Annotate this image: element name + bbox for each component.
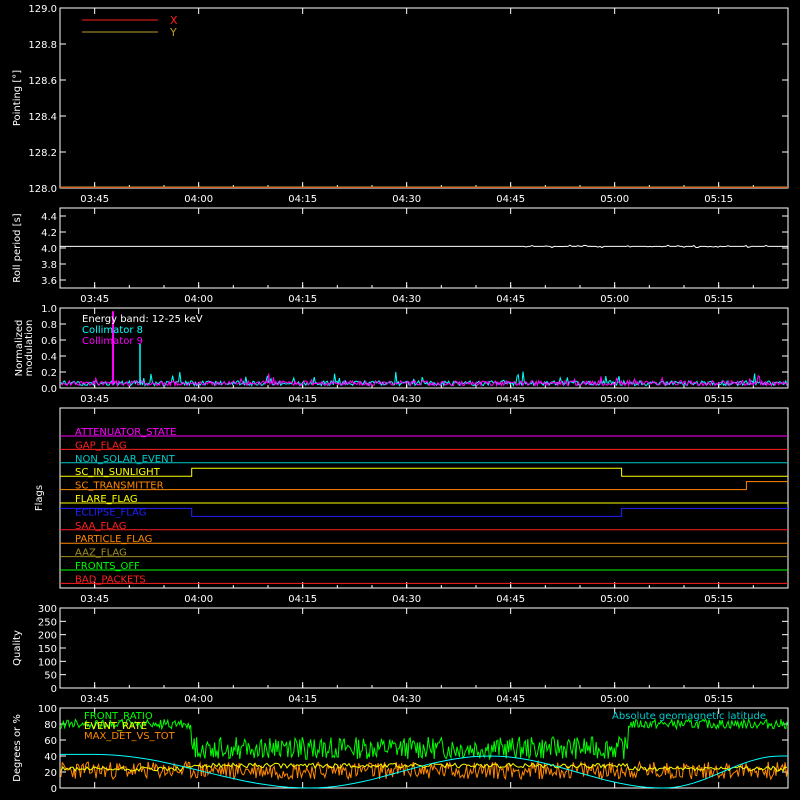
flags-xtick-label: 04:00 <box>184 594 213 605</box>
flag-line <box>60 507 788 517</box>
roll-ytick-label: 4.2 <box>41 228 57 239</box>
modulation-ytick-label: 0.2 <box>41 368 57 379</box>
pointing-xtick-label: 03:45 <box>80 194 109 205</box>
modulation-ytick-label: 0.6 <box>41 336 57 347</box>
roll-xtick-label: 05:00 <box>600 294 629 305</box>
modulation-xtick-label: 04:45 <box>496 394 525 405</box>
max-det-vs-tot-line <box>60 759 789 781</box>
pointing-ytick-label: 128.0 <box>28 184 57 195</box>
roll-xtick-label: 03:45 <box>80 294 109 305</box>
roll-xtick-label: 04:00 <box>184 294 213 305</box>
quality-ytick-label: 100 <box>38 657 57 668</box>
modulation-xtick-label: 03:45 <box>80 394 109 405</box>
pointing-ytick-label: 128.4 <box>28 112 57 123</box>
flags-xtick-label: 03:45 <box>80 594 109 605</box>
modulation-annotation: Collimator 8 <box>82 325 143 336</box>
pointing-xtick-label: 05:00 <box>600 194 629 205</box>
roll-ytick-label: 4.0 <box>41 244 57 255</box>
degrees-ytick-label: 40 <box>44 752 57 763</box>
degrees-ytick-label: 60 <box>44 736 57 747</box>
roll-xtick-label: 04:45 <box>496 294 525 305</box>
roll-ylabel: Roll period [s] <box>12 213 23 282</box>
degrees-ytick-label: 20 <box>44 768 57 779</box>
modulation-xtick-label: 05:00 <box>600 394 629 405</box>
flags-xtick-label: 04:45 <box>496 594 525 605</box>
modulation-ytick-label: 0.4 <box>41 352 57 363</box>
quality-xtick-label: 05:00 <box>600 694 629 705</box>
pointing-xtick-label: 04:00 <box>184 194 213 205</box>
quality-ytick-label: 150 <box>38 644 57 655</box>
quality-ytick-label: 250 <box>38 617 57 628</box>
pointing-ytick-label: 128.2 <box>28 148 57 159</box>
degrees-ytick-label: 80 <box>44 720 57 731</box>
modulation-xtick-label: 04:30 <box>392 394 421 405</box>
roll-xtick-label: 04:30 <box>392 294 421 305</box>
roll-ytick-label: 4.4 <box>41 212 57 223</box>
collimator-9-line <box>60 373 788 388</box>
roll-panel: 4.4 4.2 4.0 3.8 3.6 03:45 04:00 04:15 04:30 04:45… <box>12 207 789 305</box>
degrees-ytick-label: 0 <box>51 784 57 795</box>
roll-xtick-label: 05:15 <box>704 294 733 305</box>
modulation-ytick-label: 1.0 <box>41 304 57 315</box>
roll-xtick-label: 04:15 <box>288 294 317 305</box>
flag-line <box>60 467 788 477</box>
modulation-ylabel: modulation <box>24 320 35 377</box>
flag-label: ECLIPSE_FLAG <box>75 507 146 518</box>
flags-xtick-label: 05:15 <box>704 594 733 605</box>
modulation-ytick-label: 0.8 <box>41 320 57 331</box>
pointing-xtick-label: 05:15 <box>704 194 733 205</box>
pointing-ytick-label: 128.8 <box>28 40 57 51</box>
pointing-panel: 129.0 128.8 128.6 128.4 128.2 128.0 03:45 04:00… <box>12 4 789 205</box>
quality-panel: 300 250 200 150 100 50 0 03:45 04:00 04:15 04:30 04… <box>12 604 789 705</box>
degrees-ytick-label: 100 <box>38 704 57 715</box>
quality-ytick-label: 0 <box>51 684 57 695</box>
degrees-panel: 100806040200Degrees or % FRONT_RATIOEVENT… <box>12 704 789 795</box>
modulation-panel: 1.0 0.8 0.6 0.4 0.2 0.0 03:45 04:00 04:15 04:30 04… <box>14 304 789 405</box>
modulation-ytick-label: 0.0 <box>41 384 57 395</box>
pointing-xtick-label: 04:15 <box>288 194 317 205</box>
chart-figure: 129.0 128.8 128.6 128.4 128.2 128.0 03:45 04:00… <box>12 4 789 795</box>
modulation-annotation: Collimator 9 <box>82 336 143 347</box>
quality-xtick-label: 04:45 <box>496 694 525 705</box>
flag-line <box>60 481 788 491</box>
quality-ytick-label: 300 <box>38 604 57 615</box>
quality-xtick-label: 04:30 <box>392 694 421 705</box>
quality-xtick-label: 03:45 <box>80 694 109 705</box>
flags-panel: 03:45 04:00 04:15 04:30 04:45 05:00 05:15 Flags… <box>34 407 789 605</box>
roll-frame <box>59 207 789 289</box>
flags-xtick-label: 04:15 <box>288 594 317 605</box>
pointing-ylabel: Pointing [°] <box>12 70 23 126</box>
quality-ylabel: Quality <box>12 630 23 666</box>
quality-xtick-label: 04:15 <box>288 694 317 705</box>
quality-ytick-label: 200 <box>38 631 57 642</box>
flags-xtick-label: 04:30 <box>392 594 421 605</box>
degrees-legend-label: MAX_DET_VS_TOT <box>84 731 176 742</box>
degrees-ylabel: Degrees or % <box>12 714 23 782</box>
roll-period-line <box>60 244 788 249</box>
roll-ytick-label: 3.6 <box>41 276 57 287</box>
modulation-annotation: Energy band: 12-25 keV <box>82 314 203 325</box>
pointing-legend-label: Y <box>169 26 177 39</box>
pointing-xtick-label: 04:45 <box>496 194 525 205</box>
degrees-legend-label: Absolute geomagnetic latitude <box>612 711 766 722</box>
quality-xtick-label: 04:00 <box>184 694 213 705</box>
pointing-xtick-label: 04:30 <box>392 194 421 205</box>
flags-xtick-label: 05:00 <box>600 594 629 605</box>
flags-ylabel: Flags <box>34 485 45 511</box>
modulation-xtick-label: 05:15 <box>704 394 733 405</box>
roll-ytick-label: 3.8 <box>41 260 57 271</box>
modulation-xtick-label: 04:00 <box>184 394 213 405</box>
pointing-ytick-label: 129.0 <box>28 4 57 15</box>
quality-frame <box>59 607 789 689</box>
quality-ytick-label: 50 <box>44 671 57 682</box>
quality-xtick-label: 05:15 <box>704 694 733 705</box>
pointing-ytick-label: 128.6 <box>28 76 57 87</box>
modulation-xtick-label: 04:15 <box>288 394 317 405</box>
